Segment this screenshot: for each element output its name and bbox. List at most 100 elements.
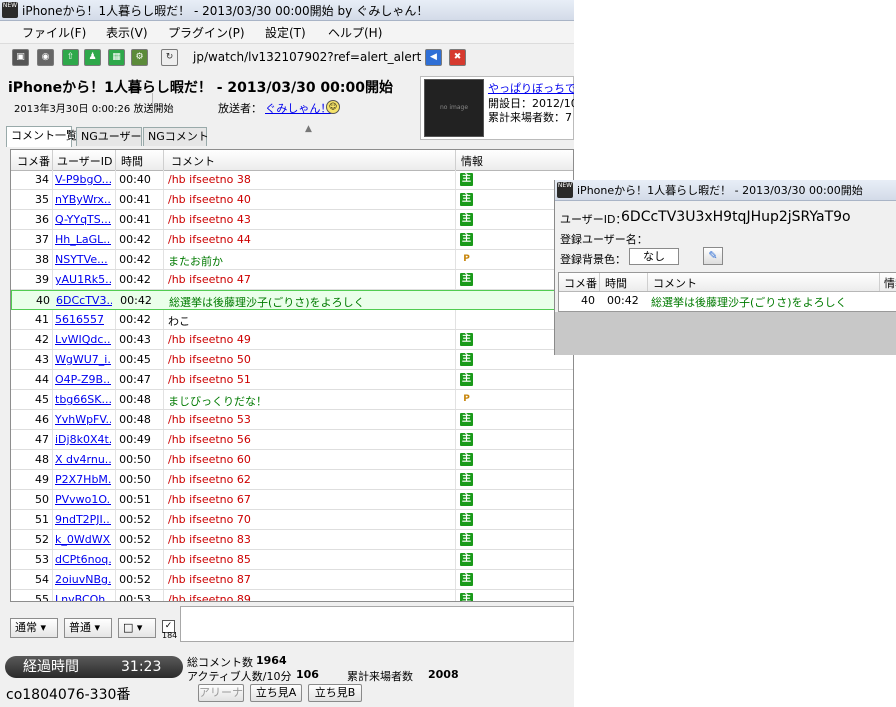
row-user-id-link[interactable]: LvWIQdc... bbox=[55, 333, 111, 346]
standing-b-button[interactable]: 立ち見B bbox=[308, 684, 362, 702]
table-row[interactable]: 35 nYByWrx... 00:41/hb ifseetno 40 主 bbox=[11, 190, 573, 210]
table-row[interactable]: 55 LnvBCOh... 00:53/hb ifseetno 89 主 bbox=[11, 590, 573, 602]
owner-badge-icon: 主 bbox=[460, 493, 473, 506]
community-thumbnail[interactable]: no image bbox=[424, 79, 484, 137]
url-text[interactable]: jp/watch/lv132107902?ref=alert_alert bbox=[193, 50, 421, 64]
row-user-id-link[interactable]: P2X7HbM... bbox=[55, 473, 111, 486]
collapse-arrow-icon[interactable]: ▲ bbox=[305, 124, 312, 134]
wrench-icon[interactable]: ✎ bbox=[703, 247, 723, 265]
col-header-number[interactable]: コメ番 bbox=[17, 153, 50, 169]
menu-file[interactable]: ファイル(F) bbox=[22, 24, 86, 41]
table-row[interactable]: 42 LvWIQdc... 00:43/hb ifseetno 49 主 bbox=[11, 330, 573, 350]
menu-settings[interactable]: 設定(T) bbox=[265, 24, 306, 41]
col-header-info[interactable]: 情報 bbox=[461, 153, 483, 169]
owner-badge-icon: 主 bbox=[460, 333, 473, 346]
row-user-id-link[interactable]: 5616557 bbox=[55, 313, 111, 326]
col-header-user[interactable]: ユーザーID bbox=[57, 153, 113, 169]
table-row[interactable]: 34 V-P9bgO... 00:40/hb ifseetno 38 主 bbox=[11, 170, 573, 190]
connect-icon[interactable]: ▣ bbox=[12, 49, 29, 66]
upload-icon[interactable]: ⇧ bbox=[62, 49, 79, 66]
back-icon[interactable]: ◀ bbox=[425, 49, 442, 66]
tab-ng-comment[interactable]: NGコメント bbox=[143, 127, 209, 146]
row-user-id-link[interactable]: nYByWrx... bbox=[55, 193, 111, 206]
title-bar[interactable]: NEW iPhoneから！1人暮らし暇だ！ - 2013/03/30 00:00… bbox=[0, 0, 574, 21]
table-row[interactable]: 37 Hh_LaGL... 00:42/hb ifseetno 44 主 bbox=[11, 230, 573, 250]
community-link[interactable]: やっぱりぼっちでし... bbox=[488, 80, 574, 96]
table-row[interactable]: 40 6DCcTV3... 00:42 総選挙は後藤理沙子(ごりさ)をよろしく bbox=[11, 290, 573, 310]
row-user-id-link[interactable]: 6DCcTV3... bbox=[56, 294, 112, 307]
size-select[interactable]: 普通 ▾ bbox=[64, 618, 112, 638]
row-user-id-link[interactable]: Hh_LaGL... bbox=[55, 233, 111, 246]
arena-button[interactable]: アリーナ bbox=[198, 684, 244, 702]
table-row[interactable]: 47 iDj8k0X4t... 00:49/hb ifseetno 56 主 bbox=[11, 430, 573, 450]
row-time: 00:53 bbox=[119, 593, 151, 602]
color-select[interactable]: □ ▾ bbox=[118, 618, 156, 638]
background-color-value[interactable]: なし bbox=[629, 248, 679, 265]
row-user-id-link[interactable]: Q-YYqTS... bbox=[55, 213, 111, 226]
col-separator bbox=[599, 273, 600, 291]
menu-view[interactable]: 表示(V) bbox=[106, 24, 148, 41]
comment-grid[interactable]: コメ番 ユーザーID 時間 コメント 情報 34 V-P9bgO... 00:40 /… bbox=[10, 149, 574, 602]
table-row[interactable]: 46 YvhWpFV... 00:48/hb ifseetno 53 主 bbox=[11, 410, 573, 430]
gear-icon[interactable]: ⚙ bbox=[131, 49, 148, 66]
table-row[interactable]: 36 Q-YYqTS... 00:41/hb ifseetno 43 主 bbox=[11, 210, 573, 230]
stop-icon[interactable]: ✖ bbox=[449, 49, 466, 66]
row-user-id-link[interactable]: WgWU7_i... bbox=[55, 353, 111, 366]
standing-a-button[interactable]: 立ち見A bbox=[250, 684, 302, 702]
row-user-id-link[interactable]: tbg66SK... bbox=[55, 393, 111, 406]
refresh-icon[interactable]: ↻ bbox=[161, 49, 178, 66]
community-visitors: 累計来場者数：7 bbox=[488, 111, 572, 124]
table-row[interactable]: 48 X dv4rnu... 00:50/hb ifseetno 60 主 bbox=[11, 450, 573, 470]
row-user-id-link[interactable]: dCPt6noq... bbox=[55, 553, 111, 566]
row-comment: /hb ifseetno 40 bbox=[168, 193, 251, 206]
camera-icon[interactable]: ◉ bbox=[37, 49, 54, 66]
row-user-id-link[interactable]: yAU1Rk5... bbox=[55, 273, 111, 286]
user-comment-grid[interactable]: コメ番 時間 コメント 情報 40 00:42 総選挙は後藤理沙子(ごりさ)をよ… bbox=[558, 272, 896, 312]
table-row[interactable]: 41 5616557 00:42 わこ bbox=[11, 310, 573, 330]
row-comment: /hb ifseetno 67 bbox=[168, 493, 251, 506]
table-row[interactable]: 43 WgWU7_i... 00:45/hb ifseetno 50 主 bbox=[11, 350, 573, 370]
row-user-id-link[interactable]: NSYTVe... bbox=[55, 253, 111, 266]
user-id-value[interactable]: 6DCcTV3U3xH9tqJHup2jSRYaT9o bbox=[621, 209, 851, 225]
row-user-id-link[interactable]: 2oiuvNBg... bbox=[55, 573, 111, 586]
col-header-time[interactable]: 時間 bbox=[121, 153, 143, 169]
comment-input[interactable] bbox=[180, 606, 574, 642]
row-user-id-link[interactable]: X dv4rnu... bbox=[55, 453, 111, 466]
user-window-title-bar[interactable]: NEW iPhoneから！1人暮らし暇だ！ - 2013/03/30 00:00… bbox=[555, 180, 896, 201]
total-visitors-label: 累計来場者数 bbox=[347, 670, 413, 683]
table-row[interactable]: 54 2oiuvNBg... 00:52/hb ifseetno 87 主 bbox=[11, 570, 573, 590]
table-row[interactable]: 39 yAU1Rk5... 00:42/hb ifseetno 47 主 bbox=[11, 270, 573, 290]
row-user-id-link[interactable]: V-P9bgO... bbox=[55, 173, 111, 186]
row-number: 45 bbox=[35, 393, 49, 406]
col-header-comment[interactable]: コメント bbox=[171, 153, 215, 169]
row-user-id-link[interactable]: LnvBCOh... bbox=[55, 593, 111, 601]
row-user-id-link[interactable]: PVvwo1O... bbox=[55, 493, 111, 506]
table-row[interactable]: 53 dCPt6noq... 00:52/hb ifseetno 85 主 bbox=[11, 550, 573, 570]
row-user-id-link[interactable]: O4P-Z9B... bbox=[55, 373, 111, 386]
row-user-id-link[interactable]: 9ndT2PJI... bbox=[55, 513, 111, 526]
user-col-comment[interactable]: コメント bbox=[653, 275, 697, 291]
table-row[interactable]: 50 PVvwo1O... 00:51/hb ifseetno 67 主 bbox=[11, 490, 573, 510]
tab-comment-list[interactable]: コメント一覧 bbox=[6, 126, 77, 147]
table-row[interactable]: 52 k_0WdWX... 00:52/hb ifseetno 83 主 bbox=[11, 530, 573, 550]
row-user-id-link[interactable]: k_0WdWX... bbox=[55, 533, 111, 546]
row-number: 38 bbox=[35, 253, 49, 266]
people-icon[interactable]: ♟ bbox=[84, 49, 101, 66]
table-row[interactable]: 38 NSYTVe... 00:42 またお前か P bbox=[11, 250, 573, 270]
tab-ng-user[interactable]: NGユーザー bbox=[76, 127, 142, 146]
row-user-id-link[interactable]: YvhWpFV... bbox=[55, 413, 111, 426]
table-row[interactable]: 51 9ndT2PJI... 00:52/hb ifseetno 70 主 bbox=[11, 510, 573, 530]
table-row[interactable]: 44 O4P-Z9B... 00:47/hb ifseetno 51 主 bbox=[11, 370, 573, 390]
user-col-number[interactable]: コメ番 bbox=[564, 275, 597, 291]
table-row[interactable]: 49 P2X7HbM... 00:50/hb ifseetno 62 主 bbox=[11, 470, 573, 490]
table-row[interactable]: 45 tbg66SK... 00:48 まじびっくりだな！ P bbox=[11, 390, 573, 410]
user-col-time[interactable]: 時間 bbox=[605, 275, 627, 291]
user-comment-row[interactable]: 40 00:42 総選挙は後藤理沙子(ごりさ)をよろしく bbox=[559, 291, 896, 311]
row-user-id-link[interactable]: iDj8k0X4t... bbox=[55, 433, 111, 446]
menu-plugin[interactable]: プラグイン(P) bbox=[168, 24, 245, 41]
caster-link[interactable]: ぐみしゃん！ bbox=[265, 100, 331, 116]
user-col-info[interactable]: 情報 bbox=[884, 275, 896, 291]
broadcast-icon[interactable]: ▦ bbox=[108, 49, 125, 66]
menu-help[interactable]: ヘルプ(H) bbox=[328, 24, 382, 41]
mode-select[interactable]: 通常 ▾ bbox=[10, 618, 58, 638]
